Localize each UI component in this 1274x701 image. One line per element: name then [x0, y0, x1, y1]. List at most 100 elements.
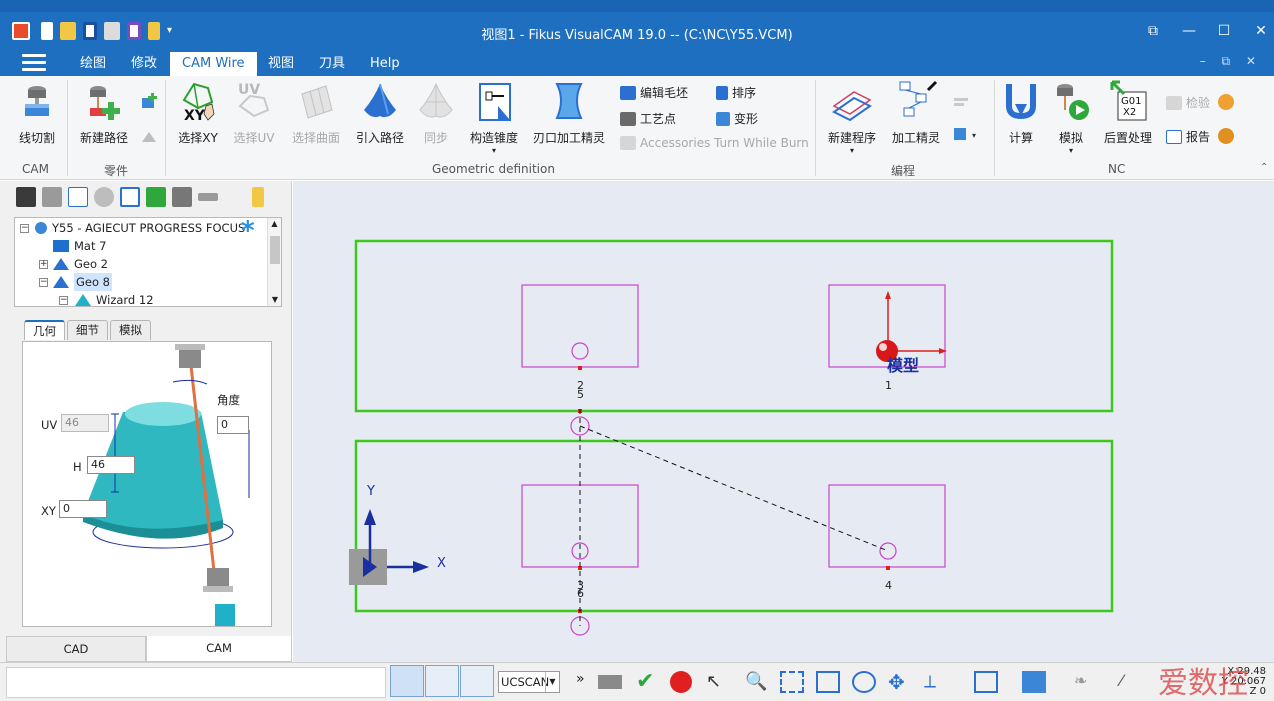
command-input[interactable]: [6, 667, 386, 698]
tree-item-geo8[interactable]: Geo 8: [53, 273, 112, 291]
pin-icon[interactable]: [252, 187, 264, 207]
user-icon[interactable]: [1218, 94, 1234, 110]
tree-collapse-icon[interactable]: −: [39, 278, 48, 287]
tree-collapse-icon[interactable]: −: [20, 224, 29, 233]
cube-view-icon[interactable]: [974, 671, 998, 693]
minimize-button[interactable]: —: [1178, 22, 1200, 40]
part-tool-icon[interactable]: [140, 128, 158, 146]
rapid-move: [579, 425, 889, 552]
rotate-view-icon[interactable]: [852, 671, 876, 693]
deform-button[interactable]: 变形: [716, 110, 758, 127]
tab-details[interactable]: 细节: [67, 320, 108, 340]
shaded-cube-icon[interactable]: [1022, 671, 1046, 693]
tab-tools[interactable]: 刀具: [307, 52, 357, 76]
sphere-icon[interactable]: [94, 187, 114, 207]
calculate-button[interactable]: 计算: [998, 80, 1044, 146]
material-icon: [53, 240, 69, 252]
close-button[interactable]: ✕: [1250, 22, 1272, 40]
zoom-in-icon[interactable]: 🔍: [745, 671, 769, 693]
wire-cut-button[interactable]: 线切割: [14, 82, 60, 146]
layers-icon[interactable]: [146, 187, 166, 207]
chain-icon[interactable]: [198, 193, 218, 201]
tab-cad[interactable]: CAD: [6, 636, 146, 662]
funnel-icon[interactable]: [172, 187, 192, 207]
edge-wizard-button[interactable]: 刃口加工精灵: [530, 80, 608, 146]
pocket-2[interactable]: [521, 284, 639, 368]
tree-item-geo2[interactable]: Geo 2: [53, 255, 108, 273]
sort-button[interactable]: 排序: [716, 84, 756, 101]
keyboard-icon[interactable]: [598, 675, 622, 689]
xy-field[interactable]: 0: [59, 500, 107, 518]
tab-simulation[interactable]: 模拟: [110, 320, 151, 340]
pocket-4[interactable]: [828, 484, 946, 568]
post-process-button[interactable]: G01 X2 后置处理: [1100, 80, 1156, 146]
line-style-icon[interactable]: ⁄: [1120, 671, 1144, 693]
drawing-canvas[interactable]: 2 5 1 3 6 4 模型 Y X: [293, 181, 1274, 662]
tree-expand-icon[interactable]: +: [39, 260, 48, 269]
pan-icon[interactable]: ✥: [888, 671, 912, 693]
simulate-icon: [1057, 84, 1089, 120]
new-program-dropdown-icon[interactable]: ▾: [822, 146, 882, 155]
process-point-button[interactable]: 工艺点: [620, 110, 676, 127]
tab-geometry[interactable]: 几何: [24, 320, 65, 340]
simulate-button[interactable]: 模拟 ▾: [1048, 80, 1094, 155]
svg-text:▾: ▾: [972, 131, 976, 140]
maximize-button[interactable]: ☐: [1213, 22, 1235, 40]
scroll-thumb[interactable]: [270, 236, 280, 264]
report-button[interactable]: 报告: [1166, 128, 1210, 145]
start-hole[interactable]: [571, 342, 589, 360]
tab-view[interactable]: 视图: [256, 52, 306, 76]
computer-icon[interactable]: [16, 187, 36, 207]
wire-cut-icon: [25, 86, 49, 116]
lower-frame[interactable]: [354, 439, 1114, 613]
tab-help[interactable]: Help: [358, 52, 412, 76]
user-settings-icon[interactable]: [1218, 128, 1234, 144]
expand-arrows-icon[interactable]: »: [576, 671, 600, 693]
tree-collapse-icon[interactable]: −: [59, 296, 68, 305]
esc-stop-icon[interactable]: [670, 671, 692, 693]
tab-draw[interactable]: 绘图: [68, 52, 118, 76]
ucs-dropdown-icon[interactable]: ▼: [545, 672, 559, 692]
build-taper-label: 构造锥度: [469, 131, 518, 145]
tree-scrollbar[interactable]: ▲ ▼: [267, 218, 281, 306]
simulate-dropdown-icon[interactable]: ▾: [1048, 146, 1094, 155]
select-xy-button[interactable]: XY 选择XY: [172, 80, 224, 146]
mdi-controls[interactable]: – ⧉ ✕: [1200, 54, 1262, 69]
view-mode-2-icon[interactable]: [425, 665, 459, 697]
view-mode-1-icon[interactable]: [390, 665, 424, 697]
restore-icon[interactable]: ⧉: [1142, 22, 1164, 40]
new-path-button[interactable]: 新建路径: [76, 82, 132, 146]
ucs-select[interactable]: UCSCAN ▼: [498, 671, 560, 693]
build-taper-button[interactable]: 构造锥度 ▾: [466, 80, 522, 155]
add-part-icon[interactable]: [140, 92, 158, 110]
scroll-down-icon[interactable]: ▼: [268, 294, 282, 306]
tab-modify[interactable]: 修改: [119, 52, 169, 76]
tree-item-wizard[interactable]: Wizard 12: [75, 291, 154, 309]
tree-item-mat[interactable]: Mat 7: [53, 237, 106, 255]
leaf-icon[interactable]: ❧: [1074, 671, 1098, 693]
trash-icon[interactable]: [42, 187, 62, 207]
cancel-select-icon[interactable]: ↖: [706, 671, 730, 693]
angle-field[interactable]: 0: [217, 416, 249, 434]
zoom-window-icon[interactable]: [780, 671, 804, 693]
import-path-button[interactable]: 引入路径: [352, 80, 408, 146]
view-mode-3-icon[interactable]: [460, 665, 494, 697]
path-icon[interactable]: [68, 187, 88, 207]
scroll-up-icon[interactable]: ▲: [268, 218, 281, 230]
zoom-extents-icon[interactable]: [816, 671, 840, 693]
new-program-button[interactable]: 新建程序 ▾: [822, 82, 882, 155]
confirm-check-icon[interactable]: ✔: [636, 671, 660, 693]
tab-cam[interactable]: CAM: [146, 636, 292, 662]
app-menu-icon[interactable]: [22, 54, 46, 72]
machining-wizard-button[interactable]: 加工精灵: [888, 80, 944, 146]
upper-frame[interactable]: [354, 239, 1114, 413]
axes-view-icon[interactable]: ⟂: [924, 671, 948, 693]
tab-cam-wire[interactable]: CAM Wire: [170, 52, 257, 76]
edit-blank-button[interactable]: 编辑毛坯: [620, 84, 688, 101]
document-icon[interactable]: [120, 187, 140, 207]
program-options-icon[interactable]: ▾: [952, 126, 982, 144]
collapse-ribbon-icon[interactable]: ⌃: [1260, 162, 1268, 173]
height-field[interactable]: 46: [87, 456, 135, 474]
build-taper-dropdown-icon[interactable]: ▾: [466, 146, 522, 155]
tree-item-machine[interactable]: Y55 - AGIECUT PROGRESS FOCUS: [35, 219, 245, 237]
